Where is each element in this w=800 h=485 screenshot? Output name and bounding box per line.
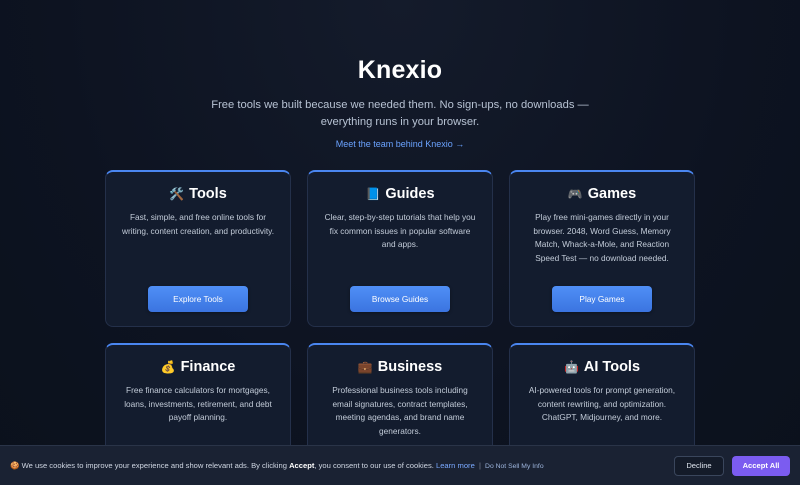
card-title: 💰 Finance	[120, 359, 276, 375]
briefcase-icon: 💼	[357, 360, 373, 374]
learn-more-link[interactable]: Learn more	[436, 461, 475, 470]
cookie-icon: 🍪	[10, 461, 20, 470]
card-title-label: Tools	[189, 186, 227, 202]
page: Knexio Free tools we built because we ne…	[0, 0, 800, 485]
card-title: 💼 Business	[322, 359, 478, 375]
brand-title: Knexio	[357, 56, 443, 84]
card-guides: 📘 Guides Clear, step-by-step tutorials t…	[307, 170, 493, 327]
card-description: Clear, step-by-step tutorials that help …	[324, 212, 476, 249]
cookie-accept-word: Accept	[289, 461, 315, 470]
card-title-label: AI Tools	[583, 359, 641, 375]
blue-book-icon: 📘	[365, 187, 381, 201]
card-title-label: Business	[377, 359, 443, 375]
play-games-button[interactable]: Play Games	[552, 286, 652, 312]
cookie-text-before: We use cookies to improve your experienc…	[21, 461, 290, 470]
cookie-text-after: , you consent to our use of cookies.	[314, 461, 436, 470]
card-title-label: Guides	[385, 186, 435, 202]
card-games: 🎮 Games Play free mini-games directly in…	[509, 170, 695, 327]
hero-section: Knexio Free tools we built because we ne…	[0, 56, 800, 152]
card-description: Professional business tools including em…	[332, 385, 468, 436]
hammer-wrench-icon: 🛠️	[169, 187, 185, 201]
link-separator: |	[478, 461, 481, 470]
decline-button[interactable]: Decline	[674, 455, 724, 476]
cookie-banner: 🍪 We use cookies to improve your experie…	[0, 445, 800, 485]
cookie-actions: Decline Accept All	[674, 455, 790, 476]
card-title: 🤖 AI Tools	[524, 359, 680, 375]
meet-team-link[interactable]: Meet the team behind Knexio →	[336, 139, 465, 149]
card-title: 🛠️ Tools	[120, 186, 276, 202]
accept-all-button[interactable]: Accept All	[732, 455, 790, 476]
category-grid: 🛠️ Tools Fast, simple, and free online t…	[105, 170, 695, 485]
card-tools: 🛠️ Tools Fast, simple, and free online t…	[105, 170, 291, 327]
money-bag-icon: 💰	[160, 360, 176, 374]
card-title: 📘 Guides	[322, 186, 478, 202]
explore-tools-button[interactable]: Explore Tools	[148, 286, 248, 312]
card-description: AI-powered tools for prompt generation, …	[528, 385, 676, 422]
do-not-sell-link[interactable]: Do Not Sell My Info	[485, 463, 544, 470]
card-description: Fast, simple, and free online tools for …	[121, 212, 275, 236]
tagline: Free tools we built because we needed th…	[211, 99, 589, 128]
card-title-label: Games	[587, 186, 637, 202]
browse-guides-button[interactable]: Browse Guides	[350, 286, 450, 312]
robot-icon: 🤖	[563, 360, 579, 374]
cookie-message: 🍪 We use cookies to improve your experie…	[10, 461, 544, 470]
game-controller-icon: 🎮	[567, 187, 583, 201]
card-description: Free finance calculators for mortgages, …	[124, 385, 272, 422]
card-description: Play free mini-games directly in your br…	[533, 212, 671, 263]
card-title-label: Finance	[180, 359, 236, 375]
card-title: 🎮 Games	[524, 186, 680, 202]
